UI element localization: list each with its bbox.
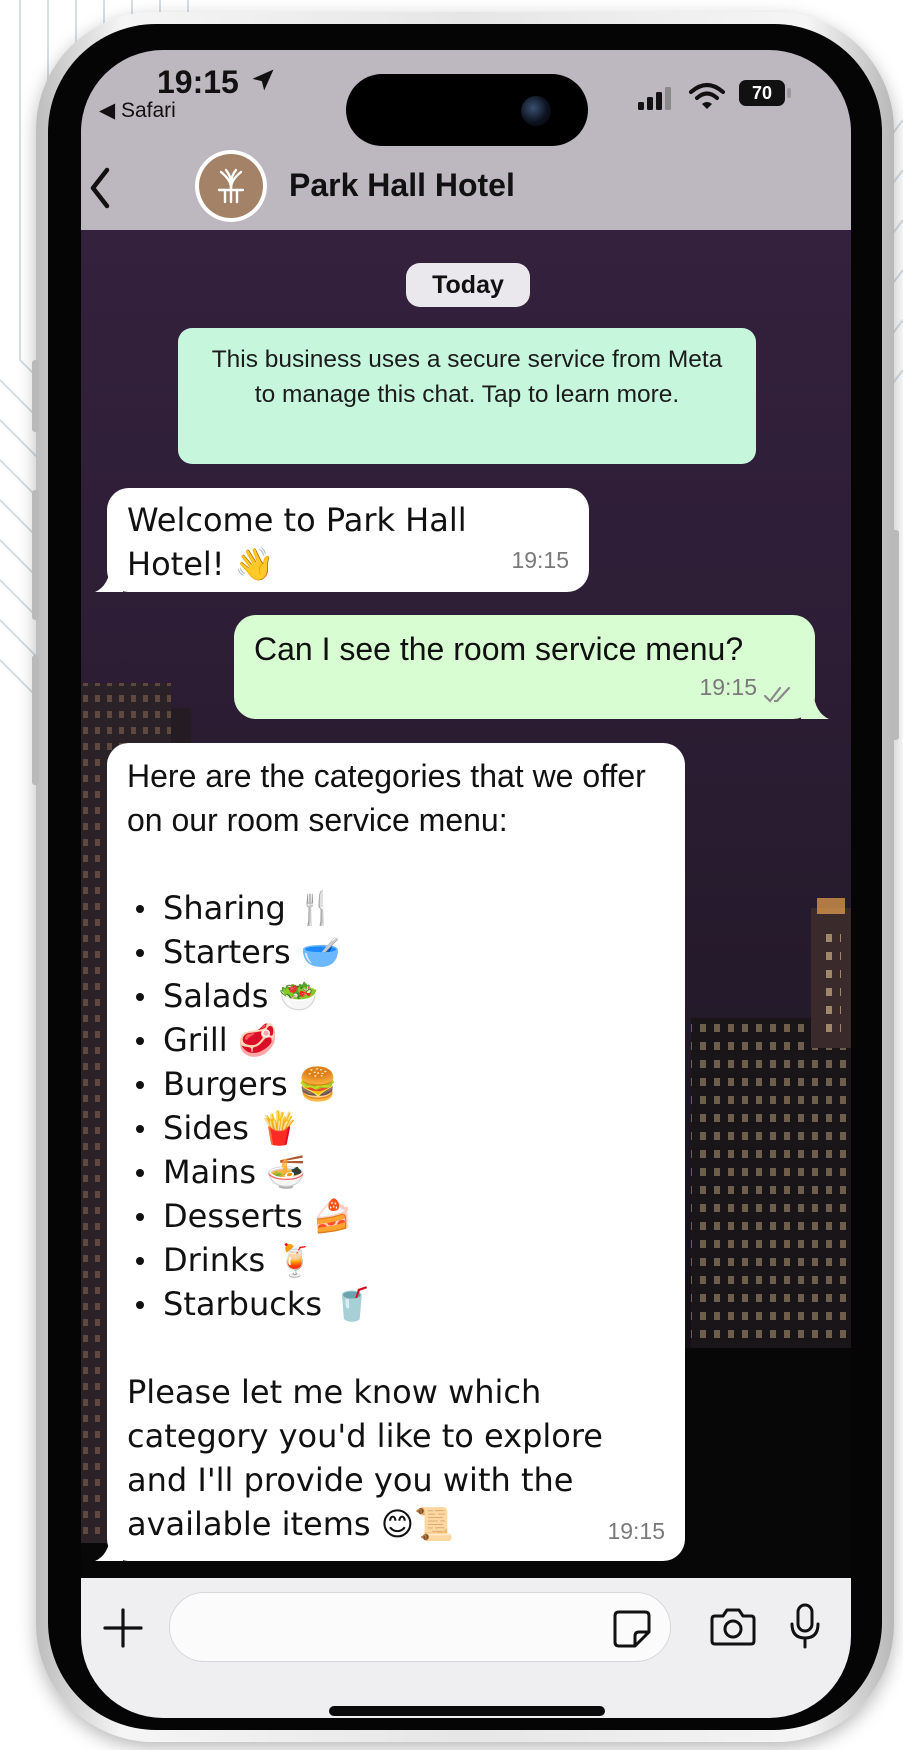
list-item: Drinks 🍹 — [127, 1238, 665, 1282]
side-button — [32, 360, 39, 432]
outgoing-message[interactable]: Can I see the room service menu? 19:15 — [234, 615, 815, 719]
list-item: Desserts 🍰 — [127, 1194, 665, 1238]
encryption-notice[interactable]: This business uses a secure service from… — [178, 328, 756, 464]
microphone-icon[interactable] — [787, 1602, 823, 1650]
back-chevron-icon[interactable] — [81, 162, 117, 214]
message-outro: Please let me know which category you'd … — [127, 1373, 603, 1543]
home-indicator — [329, 1706, 605, 1716]
message-time: 19:15 — [699, 674, 757, 700]
chat-header: 19:15 ◀ Safari 70 Park Hall Hotel — [81, 50, 851, 230]
side-button — [892, 530, 899, 740]
dynamic-island — [346, 74, 588, 146]
message-intro: Here are the categories that we offer on… — [127, 758, 646, 838]
contact-avatar[interactable] — [195, 150, 267, 222]
list-item: Sides 🍟 — [127, 1106, 665, 1150]
signal-icon — [638, 87, 671, 110]
camera-icon[interactable] — [709, 1606, 757, 1648]
battery-nub — [787, 88, 791, 98]
side-button — [32, 490, 39, 620]
message-input[interactable] — [169, 1592, 671, 1662]
list-item: Starters 🥣 — [127, 930, 665, 974]
message-time: 19:15 — [511, 547, 569, 573]
incoming-message-menu[interactable]: Here are the categories that we offer on… — [107, 743, 685, 1561]
sticker-icon[interactable] — [611, 1608, 653, 1650]
list-item: Sharing 🍴 — [127, 886, 665, 930]
side-button — [32, 655, 39, 785]
list-item: Starbucks 🥤 — [127, 1282, 665, 1326]
battery-icon: 70 — [739, 80, 785, 106]
message-text: Welcome to Park Hall Hotel! 👋 — [127, 501, 467, 583]
list-item: Burgers 🍔 — [127, 1062, 665, 1106]
wifi-icon — [689, 83, 725, 109]
contact-name[interactable]: Park Hall Hotel — [289, 167, 515, 204]
incoming-message[interactable]: Welcome to Park Hall Hotel! 👋 19:15 — [107, 488, 589, 592]
message-composer — [81, 1578, 851, 1718]
date-separator: Today — [406, 263, 530, 307]
read-receipt-icon — [763, 686, 791, 703]
hotel-logo-icon — [199, 154, 263, 218]
list-item: Mains 🍜 — [127, 1150, 665, 1194]
phone-screen: 19:15 ◀ Safari 70 Park Hall Hotel Today … — [81, 50, 851, 1718]
status-time: 19:15 — [157, 64, 239, 100]
plus-icon[interactable] — [101, 1606, 145, 1650]
list-item: Salads 🥗 — [127, 974, 665, 1018]
list-item: Grill 🥩 — [127, 1018, 665, 1062]
back-to-safari-link[interactable]: ◀ Safari — [99, 98, 176, 123]
front-camera — [521, 96, 551, 126]
message-time: 19:15 — [607, 1518, 665, 1544]
menu-category-list: Sharing 🍴 Starters 🥣 Salads 🥗 Grill 🥩 Bu… — [127, 886, 665, 1326]
location-arrow-icon — [252, 69, 274, 91]
